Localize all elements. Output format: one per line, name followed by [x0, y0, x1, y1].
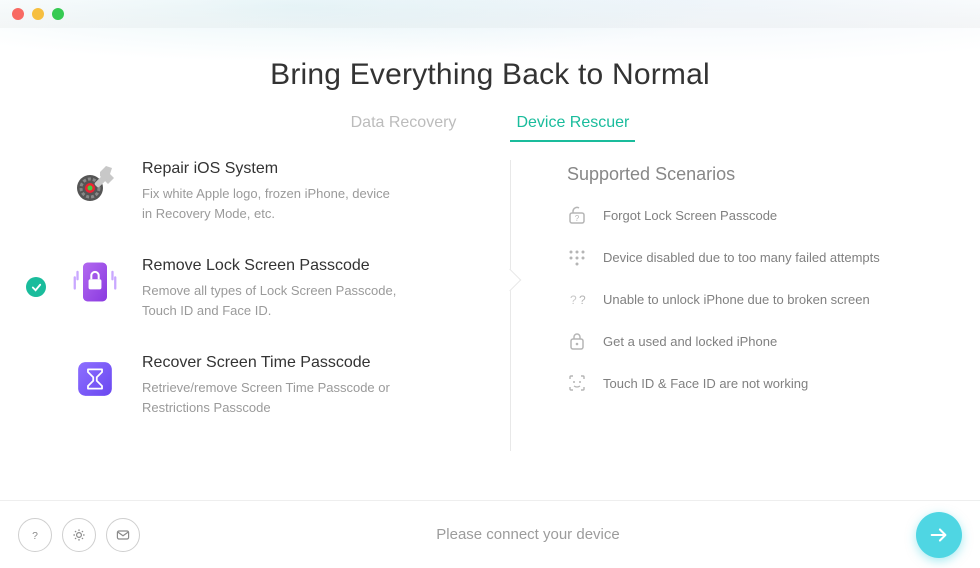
scenario-item: Device disabled due to too many failed a…: [567, 247, 910, 267]
footer-bar: ? Please connect your device: [0, 500, 980, 568]
hourglass-icon: [70, 354, 120, 404]
phone-lock-icon: [70, 257, 120, 307]
help-button[interactable]: ?: [18, 518, 52, 552]
scenario-text: Forgot Lock Screen Passcode: [603, 208, 777, 223]
scenarios-panel: Supported Scenarios ? Forgot Lock Screen…: [510, 160, 910, 451]
scenario-item: Get a used and locked iPhone: [567, 331, 910, 351]
window-title-bar: [0, 0, 980, 28]
option-recover-desc: Retrieve/remove Screen Time Passcode or …: [142, 378, 402, 417]
lock-question-icon: ?: [567, 205, 587, 225]
main-content: Bring Everything Back to Normal Data Rec…: [0, 28, 980, 500]
option-remove-text: Remove Lock Screen Passcode Remove all t…: [142, 257, 402, 320]
scenario-item: Touch ID & Face ID are not working: [567, 373, 910, 393]
svg-text:?: ?: [32, 531, 38, 542]
face-id-icon: [567, 373, 587, 393]
option-recover-text: Recover Screen Time Passcode Retrieve/re…: [142, 354, 402, 417]
selected-check-icon: [26, 277, 46, 297]
scenario-item: ?? Unable to unlock iPhone due to broken…: [567, 289, 910, 309]
footer-status-text: Please connect your device: [140, 526, 916, 543]
svg-text:?: ?: [575, 214, 580, 223]
tab-device-rescuer[interactable]: Device Rescuer: [516, 114, 629, 142]
options-panel: Repair iOS System Fix white Apple logo, …: [70, 160, 510, 451]
tab-data-recovery[interactable]: Data Recovery: [351, 114, 457, 142]
option-recover-title: Recover Screen Time Passcode: [142, 354, 402, 372]
option-repair-text: Repair iOS System Fix white Apple logo, …: [142, 160, 402, 223]
scenario-text: Device disabled due to too many failed a…: [603, 250, 880, 265]
tab-bar: Data Recovery Device Rescuer: [0, 114, 980, 142]
svg-text:?: ?: [570, 293, 577, 307]
scenario-text: Unable to unlock iPhone due to broken sc…: [603, 292, 870, 307]
scenario-item: ? Forgot Lock Screen Passcode: [567, 205, 910, 225]
supported-scenarios-heading: Supported Scenarios: [567, 164, 910, 185]
settings-button[interactable]: [62, 518, 96, 552]
option-remove-title: Remove Lock Screen Passcode: [142, 257, 402, 275]
option-repair-desc: Fix white Apple logo, frozen iPhone, dev…: [142, 184, 402, 223]
keypad-icon: [567, 247, 587, 267]
option-remove-lock-passcode[interactable]: Remove Lock Screen Passcode Remove all t…: [70, 257, 500, 320]
lock-icon: [567, 331, 587, 351]
close-window-button[interactable]: [12, 8, 24, 20]
option-repair-ios-system[interactable]: Repair iOS System Fix white Apple logo, …: [70, 160, 500, 223]
svg-text:?: ?: [579, 293, 586, 307]
option-recover-screen-time[interactable]: Recover Screen Time Passcode Retrieve/re…: [70, 354, 500, 417]
scenario-text: Touch ID & Face ID are not working: [603, 376, 808, 391]
footer-left-buttons: ?: [18, 518, 140, 552]
page-title: Bring Everything Back to Normal: [0, 58, 980, 92]
scenario-text: Get a used and locked iPhone: [603, 334, 777, 349]
option-remove-desc: Remove all types of Lock Screen Passcode…: [142, 281, 402, 320]
next-arrow-button[interactable]: [916, 512, 962, 558]
minimize-window-button[interactable]: [32, 8, 44, 20]
option-repair-title: Repair iOS System: [142, 160, 402, 178]
broken-screen-icon: ??: [567, 289, 587, 309]
panels-container: Repair iOS System Fix white Apple logo, …: [0, 160, 980, 451]
feedback-button[interactable]: [106, 518, 140, 552]
gear-wrench-icon: [70, 160, 120, 210]
zoom-window-button[interactable]: [52, 8, 64, 20]
